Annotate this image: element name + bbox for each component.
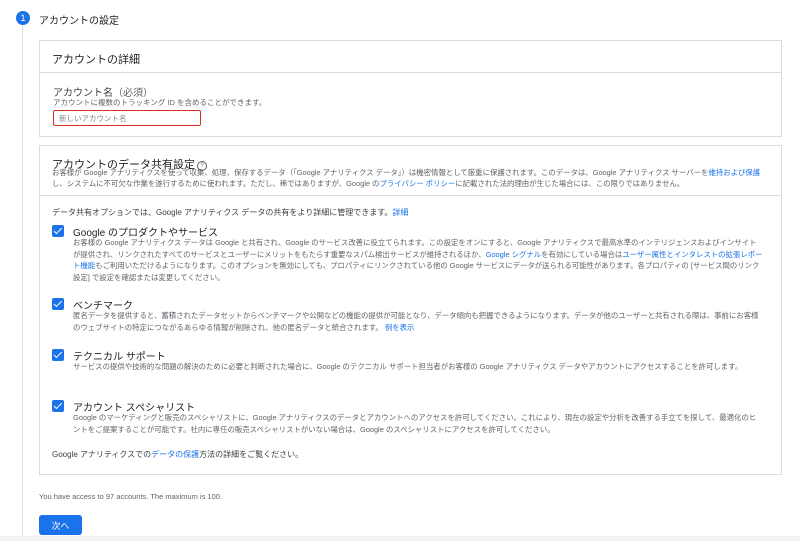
data-sharing-intro: お客様が Google アナリティクスを使って収集、処理、保存するデータ（「Go…	[52, 167, 772, 189]
show-example-link[interactable]: 例を表示	[385, 323, 415, 332]
maintain-protect-link[interactable]: 維持および保護	[708, 168, 760, 177]
technical-support-desc: サービスの提供や技術的な問題の解決のために必要と判断された場合に、Google …	[73, 362, 743, 371]
intro-text-3: に記載された法的理由が生じた場合には、この限りではありません。	[455, 179, 685, 188]
account-name-helper: アカウントに複数のトラッキング ID を含めることができます。	[53, 98, 267, 107]
step-title: アカウントの設定	[39, 16, 119, 27]
card-divider	[40, 72, 781, 73]
benchmark-checkbox[interactable]	[52, 298, 64, 310]
privacy-policy-link[interactable]: プライバシー ポリシー	[379, 179, 455, 188]
option-desc-text: を有効にしている場合は	[541, 249, 623, 259]
options-intro-text: データ共有オプションでは、Google アナリティクス データの共有をより詳細に…	[52, 208, 393, 217]
account-specialist-checkbox[interactable]	[52, 400, 64, 412]
options-intro: データ共有オプションでは、Google アナリティクス データの共有をより詳細に…	[52, 207, 772, 218]
intro-text-1: お客様が Google アナリティクスを使って収集、処理、保存するデータ（「Go…	[52, 168, 709, 177]
bottom-strip	[0, 536, 800, 541]
option-desc-text: もご利用いただけるようになります。このオプションを無効にしても、プロパティにリン…	[73, 261, 760, 282]
option-desc-text: 匿名データを提供すると、蓄積されたデータセットからベンチマークや公開などの機能の…	[73, 311, 759, 332]
account-specialist-desc: Google のマーケティングと販売のスペシャリストに、Google アナリティ…	[73, 413, 757, 434]
account-details-title: アカウントの詳細	[52, 54, 140, 66]
intro-text-2: し、システムに不可欠な作業を遂行するために使われます。ただし、稀ではありますが、…	[52, 179, 380, 188]
data-protection-footer: Google アナリティクスでのデータの保護方法の詳細をご覧ください。	[52, 449, 772, 460]
benchmark-desc: 匿名データを提供すると、蓄積されたデータセットからベンチマークや公開などの機能の…	[73, 310, 763, 333]
google-signals-link[interactable]: Google シグナル	[486, 250, 541, 259]
technical-support-checkbox[interactable]	[52, 349, 64, 361]
footer-text-1: Google アナリティクスでの	[52, 450, 152, 459]
google-products-checkbox[interactable]	[52, 225, 64, 237]
account-details-card: アカウントの詳細 アカウント名（必須） アカウントに複数のトラッキング ID を…	[39, 40, 782, 137]
footer-text-2: 方法の詳細をご覧ください。	[199, 450, 304, 459]
data-protection-link[interactable]: データの保護	[151, 450, 199, 459]
google-products-desc: お客様の Google アナリティクス データは Google と共有され、Go…	[73, 237, 763, 283]
card-divider	[40, 195, 781, 196]
account-name-input[interactable]	[53, 110, 201, 126]
next-button[interactable]: 次へ	[39, 515, 82, 535]
step-rail	[22, 26, 23, 541]
data-sharing-card: アカウントのデータ共有設定? お客様が Google アナリティクスを使って収集…	[39, 145, 782, 475]
step-number-badge: 1	[16, 11, 30, 25]
account-access-info: You have access to 97 accounts. The maxi…	[39, 492, 223, 501]
details-link[interactable]: 詳細	[392, 208, 408, 217]
